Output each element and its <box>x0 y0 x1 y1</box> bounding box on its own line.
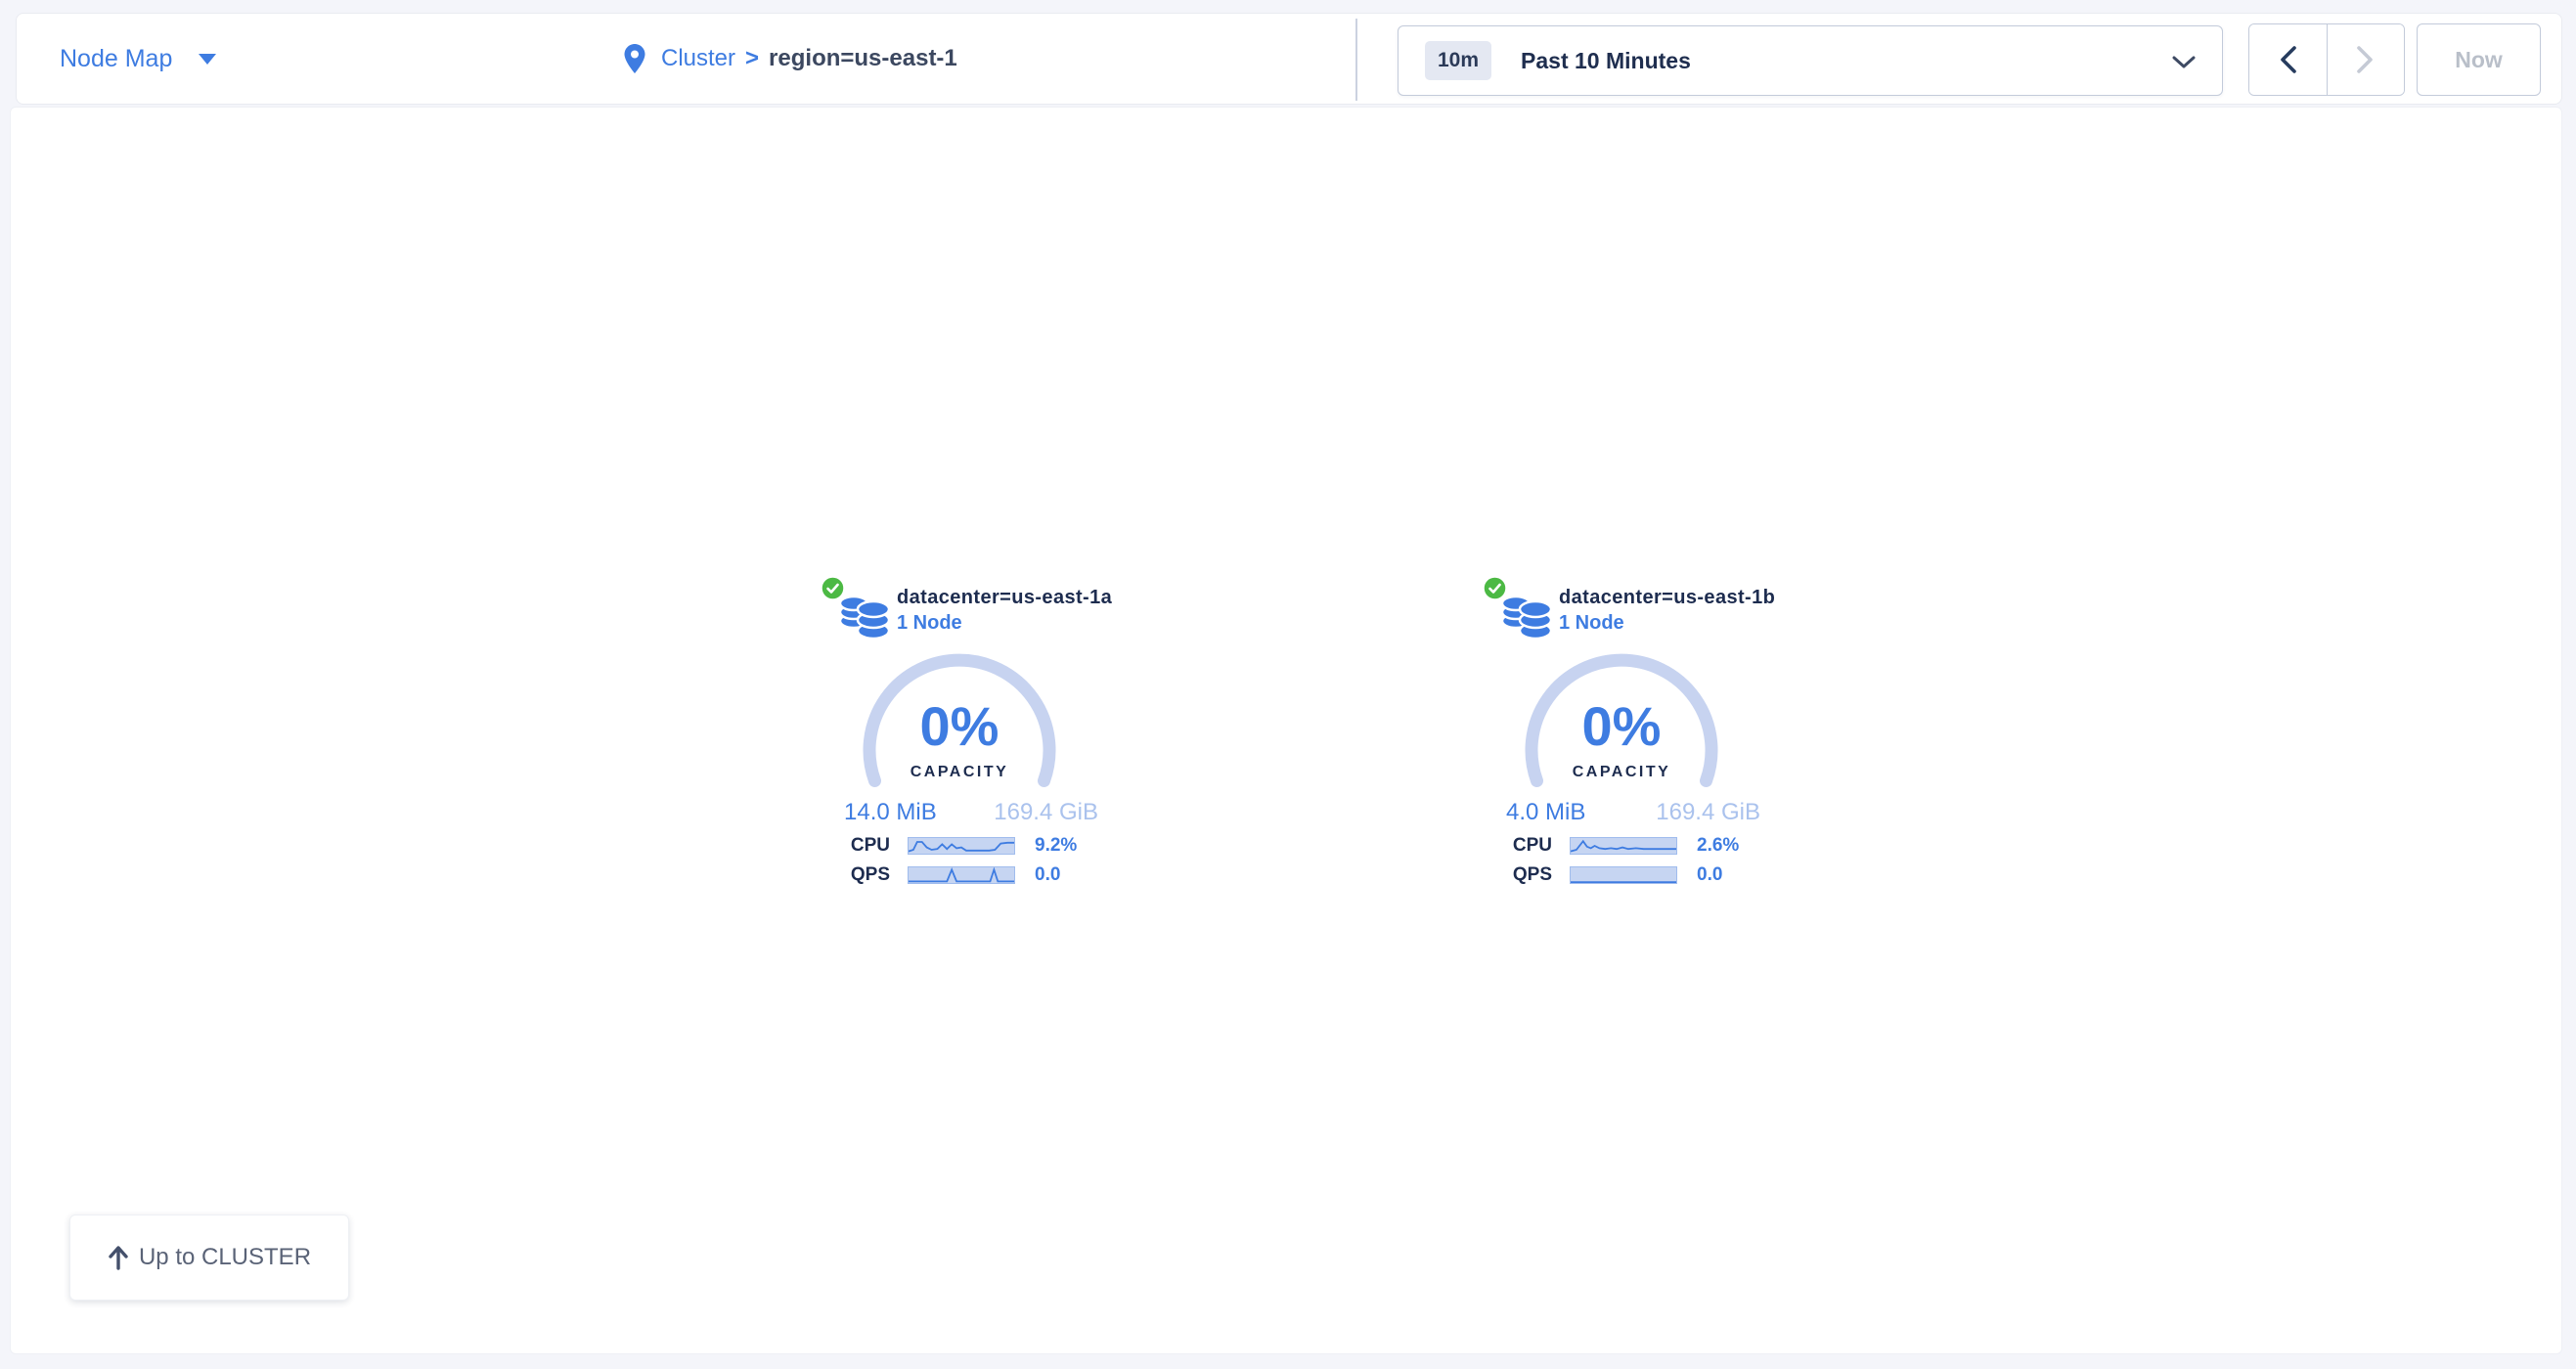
capacity-used: 4.0 MiB <box>1506 799 1585 826</box>
healthy-check-icon <box>821 576 845 600</box>
stat-label-cpu: CPU <box>813 835 890 857</box>
stat-row-qps: QPS 0.0 <box>813 865 1106 885</box>
topbar-divider <box>1355 19 1357 101</box>
database-stack-icon <box>1500 594 1553 642</box>
capacity-gauge: 0% CAPACITY <box>1519 650 1724 803</box>
topbar: Node Map Cluster > region=us-east-1 10m … <box>16 13 2562 105</box>
capacity-percent: 0% <box>1519 697 1724 756</box>
capacity-caption: CAPACITY <box>857 764 1062 781</box>
capacity-values: 4.0 MiB 169.4 GiB <box>1475 799 1768 826</box>
locality-card[interactable]: datacenter=us-east-1b 1 Node 0% CAPACITY… <box>1475 574 1768 897</box>
cpu-sparkline <box>908 837 1015 855</box>
time-forward-button[interactable] <box>2327 24 2405 95</box>
stat-row-cpu: CPU 9.2% <box>813 836 1106 856</box>
chevron-right-icon <box>2357 46 2374 73</box>
now-button[interactable]: Now <box>2417 23 2541 96</box>
capacity-caption: CAPACITY <box>1519 764 1724 781</box>
breadcrumb-separator: > <box>745 45 759 72</box>
capacity-used: 14.0 MiB <box>844 799 937 826</box>
stat-label-cpu: CPU <box>1475 835 1552 857</box>
breadcrumb-current: region=us-east-1 <box>769 45 957 72</box>
up-to-cluster-button[interactable]: Up to CLUSTER <box>69 1214 349 1301</box>
view-selector-dropdown[interactable]: Node Map <box>60 14 217 104</box>
locality-node-count: 1 Node <box>897 610 1112 636</box>
stat-value-qps: 0.0 <box>1035 864 1060 886</box>
stat-value-cpu: 2.6% <box>1697 835 1739 857</box>
healthy-check-icon <box>1483 576 1507 600</box>
chevron-down-icon <box>2172 56 2196 69</box>
capacity-total: 169.4 GiB <box>1656 799 1760 826</box>
locality-stats: CPU 9.2% QPS 0.0 <box>813 836 1106 895</box>
time-range-dropdown[interactable]: 10m Past 10 Minutes <box>1398 25 2223 96</box>
qps-sparkline <box>1570 866 1677 884</box>
locality-icon <box>1481 574 1559 644</box>
breadcrumb: Cluster > region=us-east-1 <box>624 14 957 104</box>
locality-titles: datacenter=us-east-1b 1 Node <box>1559 574 1775 644</box>
breadcrumb-cluster-link[interactable]: Cluster <box>661 45 735 72</box>
time-back-button[interactable] <box>2249 24 2327 95</box>
locality-card[interactable]: datacenter=us-east-1a 1 Node 0% CAPACITY… <box>813 574 1106 897</box>
locality-stats: CPU 2.6% QPS 0.0 <box>1475 836 1768 895</box>
locality-header: datacenter=us-east-1b 1 Node <box>1481 574 1775 644</box>
locality-icon <box>819 574 897 644</box>
capacity-values: 14.0 MiB 169.4 GiB <box>813 799 1106 826</box>
time-nav-group <box>2248 23 2405 96</box>
locality-title: datacenter=us-east-1b <box>1559 585 1775 610</box>
stat-value-qps: 0.0 <box>1697 864 1722 886</box>
stat-label-qps: QPS <box>1475 864 1552 886</box>
time-range-badge: 10m <box>1425 41 1491 80</box>
stat-row-qps: QPS 0.0 <box>1475 865 1768 885</box>
stat-row-cpu: CPU 2.6% <box>1475 836 1768 856</box>
view-selector-label: Node Map <box>60 45 172 73</box>
locality-titles: datacenter=us-east-1a 1 Node <box>897 574 1112 644</box>
locality-node-count: 1 Node <box>1559 610 1775 636</box>
stat-value-cpu: 9.2% <box>1035 835 1077 857</box>
map-canvas: datacenter=us-east-1a 1 Node 0% CAPACITY… <box>10 107 2562 1354</box>
up-arrow-icon <box>108 1245 129 1270</box>
database-stack-icon <box>838 594 891 642</box>
locality-title: datacenter=us-east-1a <box>897 585 1112 610</box>
capacity-gauge: 0% CAPACITY <box>857 650 1062 803</box>
locality-header: datacenter=us-east-1a 1 Node <box>819 574 1112 644</box>
qps-sparkline <box>908 866 1015 884</box>
location-pin-icon <box>624 44 645 73</box>
stat-label-qps: QPS <box>813 864 890 886</box>
capacity-total: 169.4 GiB <box>994 799 1098 826</box>
cpu-sparkline <box>1570 837 1677 855</box>
time-range-label: Past 10 Minutes <box>1521 48 1691 74</box>
caret-down-icon <box>198 53 217 66</box>
chevron-left-icon <box>2280 46 2296 73</box>
capacity-percent: 0% <box>857 697 1062 756</box>
up-to-cluster-label: Up to CLUSTER <box>139 1244 311 1271</box>
